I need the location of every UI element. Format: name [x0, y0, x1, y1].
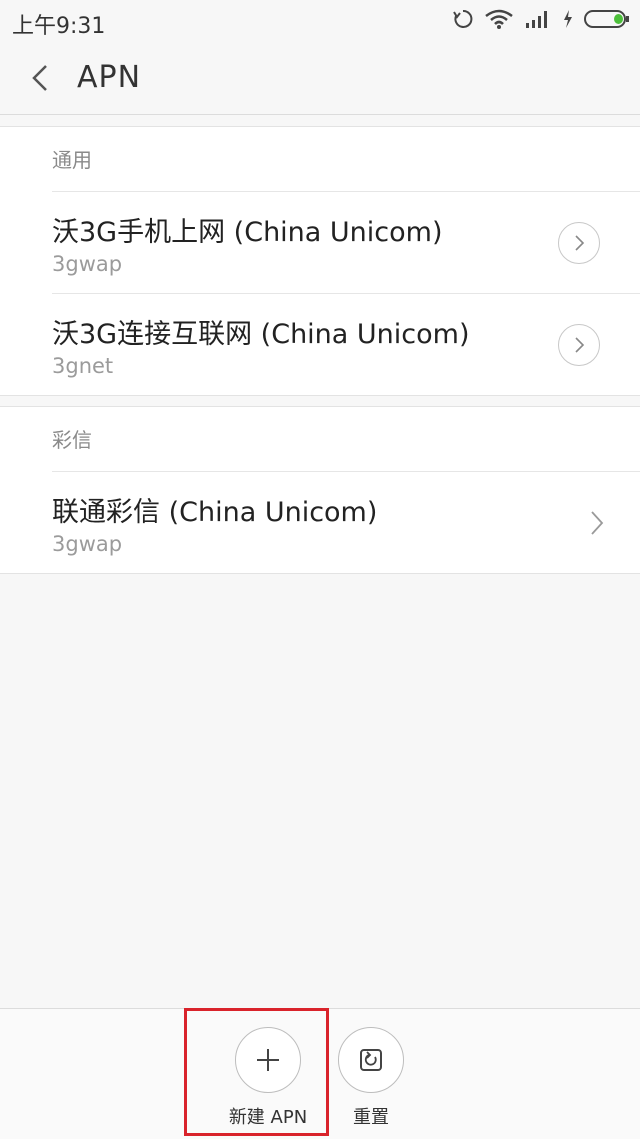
section-header-mms: 彩信 [52, 407, 640, 472]
sync-icon [452, 8, 474, 34]
apn-item-mms[interactable]: 联通彩信 (China Unicom) 3gwap [52, 472, 640, 573]
battery-icon [584, 8, 630, 34]
apn-item-title: 沃3G连接互联网 (China Unicom) [52, 319, 470, 350]
reset-circle[interactable] [338, 1027, 404, 1093]
title-bar: APN [0, 42, 640, 115]
reset-button[interactable]: 重置 [321, 1027, 421, 1129]
signal-icon [524, 9, 552, 33]
page-title: APN [77, 60, 142, 95]
back-button[interactable] [24, 60, 60, 96]
chevron-right-icon [575, 235, 585, 251]
apn-item-title: 联通彩信 (China Unicom) [52, 497, 378, 528]
apn-item-3gnet[interactable]: 沃3G连接互联网 (China Unicom) 3gnet [52, 294, 640, 395]
wifi-icon [484, 8, 514, 34]
apn-select-radio[interactable] [558, 324, 600, 366]
status-bar: 上午9:31 [0, 0, 640, 42]
apn-select-radio[interactable] [558, 222, 600, 264]
apn-item-subtitle: 3gwap [52, 252, 123, 276]
status-time: 上午9:31 [12, 14, 106, 39]
reset-label: 重置 [353, 1107, 389, 1128]
status-icons [452, 8, 630, 34]
apn-item-subtitle: 3gwap [52, 532, 123, 556]
section-general: 通用 沃3G手机上网 (China Unicom) 3gwap 沃3G连接互联网… [0, 126, 640, 396]
chevron-right-icon [590, 510, 604, 540]
charging-icon [562, 9, 574, 33]
section-header-general: 通用 [52, 127, 640, 192]
section-mms: 彩信 联通彩信 (China Unicom) 3gwap [0, 406, 640, 574]
highlight-box [184, 1008, 329, 1136]
back-arrow-icon [32, 65, 47, 91]
apn-item-3gwap-general[interactable]: 沃3G手机上网 (China Unicom) 3gwap [52, 192, 640, 294]
apn-item-subtitle: 3gnet [52, 354, 114, 378]
chevron-right-icon [575, 337, 585, 353]
reset-icon [360, 1049, 382, 1071]
apn-item-title: 沃3G手机上网 (China Unicom) [52, 217, 443, 248]
